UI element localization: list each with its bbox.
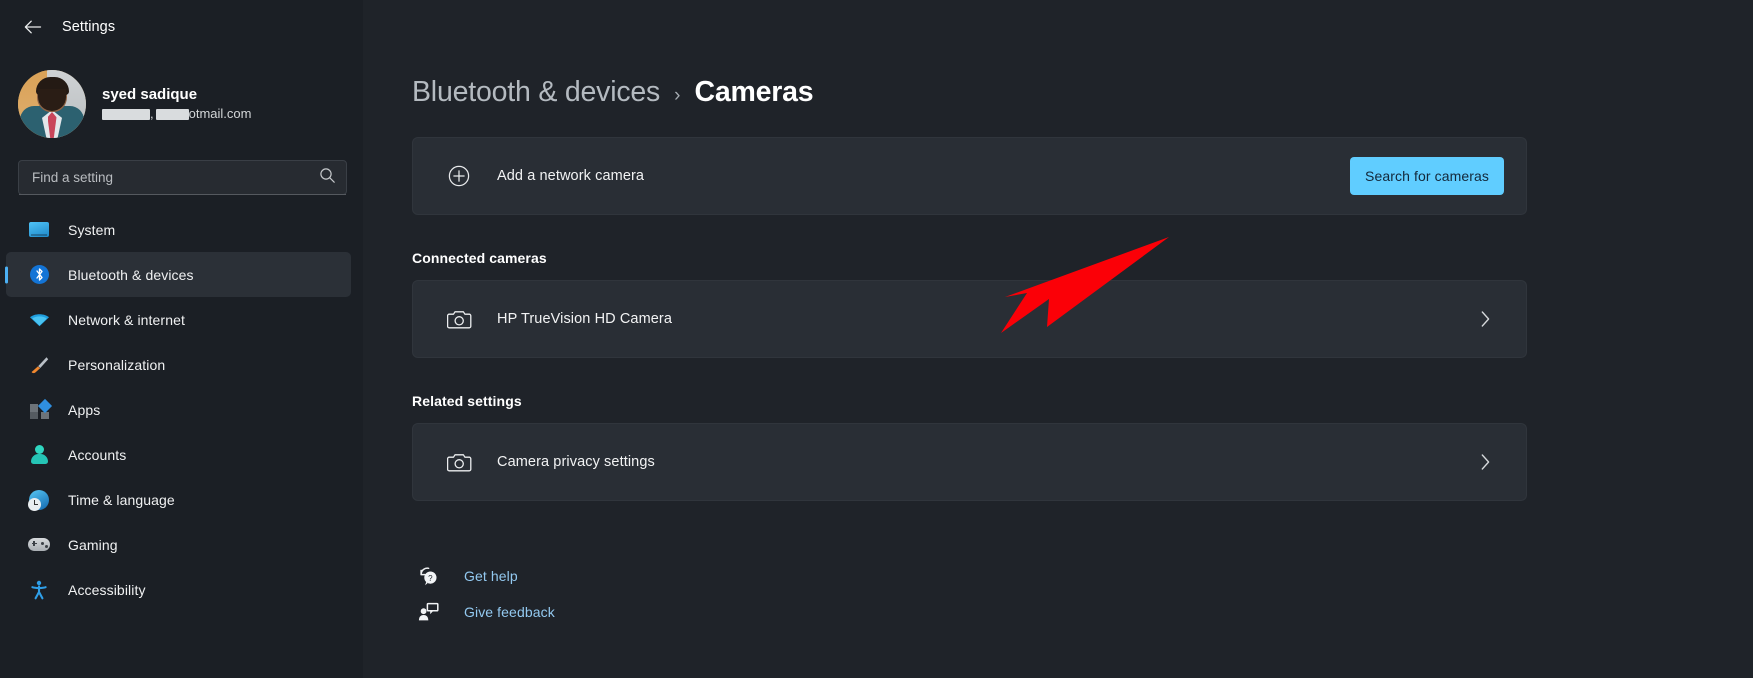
get-help-link[interactable]: ? Get help bbox=[412, 558, 555, 594]
related-settings-card: Camera privacy settings bbox=[412, 423, 1527, 501]
sidebar: Settings syed sadique , otmail.com Find … bbox=[0, 0, 363, 678]
search-input[interactable] bbox=[32, 170, 319, 185]
add-camera-card: Add a network camera Search for cameras bbox=[412, 137, 1527, 215]
account-email: , otmail.com bbox=[102, 106, 251, 122]
sidebar-item-gaming[interactable]: Gaming bbox=[6, 522, 351, 567]
sidebar-item-accounts[interactable]: Accounts bbox=[6, 432, 351, 477]
feedback-icon bbox=[416, 600, 440, 624]
sidebar-item-network-internet[interactable]: Network & internet bbox=[6, 297, 351, 342]
sidebar-item-label: Bluetooth & devices bbox=[68, 266, 194, 283]
sidebar-item-label: Accounts bbox=[68, 446, 127, 463]
chevron-right-icon bbox=[1479, 309, 1492, 329]
camera-row-hp-truevision[interactable]: HP TrueVision HD Camera bbox=[413, 281, 1526, 357]
accessibility-person-icon bbox=[28, 579, 50, 601]
bluetooth-icon bbox=[28, 264, 50, 286]
camera-privacy-settings-row[interactable]: Camera privacy settings bbox=[413, 424, 1526, 500]
account-block[interactable]: syed sadique , otmail.com bbox=[0, 54, 363, 146]
breadcrumb-parent[interactable]: Bluetooth & devices bbox=[412, 76, 660, 109]
breadcrumb: Bluetooth & devices › Cameras bbox=[363, 0, 1753, 109]
paintbrush-icon bbox=[28, 354, 50, 376]
sidebar-item-apps[interactable]: Apps bbox=[6, 387, 351, 432]
add-camera-section: Add a network camera Search for cameras bbox=[412, 137, 1527, 215]
sidebar-item-bluetooth-devices[interactable]: Bluetooth & devices bbox=[6, 252, 351, 297]
breadcrumb-separator-icon: › bbox=[674, 85, 681, 106]
main-content: Bluetooth & devices › Cameras Add a netw… bbox=[363, 0, 1753, 678]
add-camera-label: Add a network camera bbox=[497, 168, 645, 184]
wifi-icon bbox=[28, 309, 50, 331]
connected-cameras-section: HP TrueVision HD Camera bbox=[412, 280, 1527, 358]
give-feedback-link[interactable]: Give feedback bbox=[412, 594, 555, 630]
apps-grid-icon bbox=[28, 398, 52, 421]
search-for-cameras-button[interactable]: Search for cameras bbox=[1350, 157, 1504, 195]
camera-privacy-label: Camera privacy settings bbox=[497, 454, 655, 470]
settings-window: Settings syed sadique , otmail.com Find … bbox=[0, 0, 1753, 678]
sidebar-item-label: Apps bbox=[68, 401, 101, 418]
sidebar-item-time-language[interactable]: Time & language bbox=[6, 477, 351, 522]
clock-globe-icon bbox=[28, 489, 50, 511]
account-name: syed sadique bbox=[102, 85, 198, 103]
camera-icon bbox=[443, 446, 475, 478]
search-icon[interactable] bbox=[319, 167, 336, 189]
redaction-bar bbox=[155, 109, 189, 121]
link-label: Give feedback bbox=[464, 604, 555, 620]
sidebar-item-label: Personalization bbox=[68, 356, 166, 373]
chevron-right-icon bbox=[1479, 452, 1492, 472]
footer-links: ? Get help Give feedback bbox=[412, 558, 555, 630]
camera-label: HP TrueVision HD Camera bbox=[497, 311, 673, 327]
sidebar-item-system[interactable]: System bbox=[6, 207, 351, 252]
svg-text:?: ? bbox=[428, 574, 433, 583]
redaction-bar bbox=[102, 109, 150, 121]
related-settings-heading: Related settings bbox=[412, 393, 522, 421]
person-icon bbox=[28, 444, 50, 466]
related-settings-section: Camera privacy settings bbox=[412, 423, 1527, 501]
gamepad-icon bbox=[28, 534, 50, 556]
avatar bbox=[18, 70, 86, 138]
app-title: Settings bbox=[62, 19, 116, 35]
search-section bbox=[0, 146, 363, 195]
help-icon: ? bbox=[416, 564, 440, 588]
connected-cameras-heading: Connected cameras bbox=[412, 250, 547, 278]
sidebar-item-label: Gaming bbox=[68, 536, 118, 553]
sidebar-item-personalization[interactable]: Personalization bbox=[6, 342, 351, 387]
connected-cameras-card: HP TrueVision HD Camera bbox=[412, 280, 1527, 358]
section-title: Related settings bbox=[412, 393, 522, 409]
monitor-icon bbox=[28, 219, 50, 241]
plus-circle-icon bbox=[443, 160, 475, 192]
account-email-suffix: otmail.com bbox=[188, 106, 252, 122]
section-title: Connected cameras bbox=[412, 250, 547, 266]
camera-icon bbox=[443, 303, 475, 335]
back-arrow-icon bbox=[23, 19, 43, 35]
sidebar-nav: System Bluetooth & devices Network & int… bbox=[0, 207, 363, 612]
search-box[interactable] bbox=[18, 160, 347, 195]
sidebar-item-label: System bbox=[68, 221, 116, 238]
sidebar-item-label: Time & language bbox=[68, 491, 175, 508]
sidebar-item-label: Accessibility bbox=[68, 581, 146, 598]
title-bar: Settings bbox=[0, 0, 363, 54]
back-button[interactable] bbox=[16, 10, 50, 44]
sidebar-item-label: Network & internet bbox=[68, 311, 185, 328]
page-title: Cameras bbox=[694, 76, 814, 108]
sidebar-item-accessibility[interactable]: Accessibility bbox=[6, 567, 351, 612]
add-camera-row: Add a network camera Search for cameras bbox=[413, 138, 1526, 214]
link-label: Get help bbox=[464, 568, 518, 584]
